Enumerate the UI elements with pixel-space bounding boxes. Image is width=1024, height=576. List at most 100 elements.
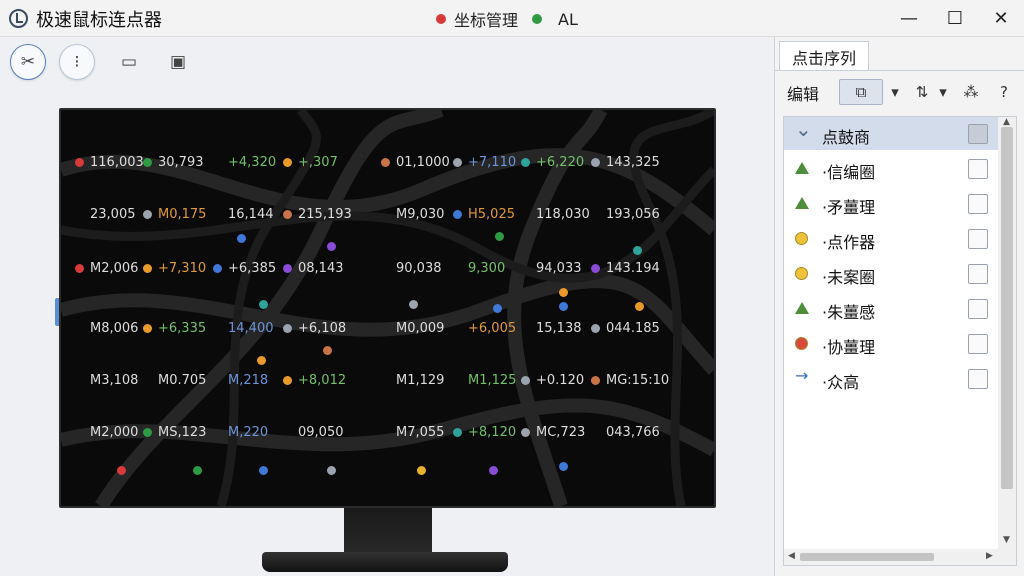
list-item-checkbox[interactable] [968, 299, 988, 319]
screen-point[interactable]: 23,005 [75, 206, 136, 222]
scroll-right-icon[interactable]: ▶ [986, 551, 993, 561]
screen-marker[interactable] [559, 288, 568, 297]
screen-point[interactable]: MC,723 [521, 424, 585, 440]
close-button[interactable]: ✕ [978, 0, 1024, 37]
screen-marker[interactable] [559, 462, 568, 471]
screen-marker[interactable] [409, 300, 418, 309]
screen-point[interactable]: 09,050 [283, 424, 344, 440]
screen-point[interactable]: 30,793 [143, 154, 204, 170]
screen-marker[interactable] [323, 346, 332, 355]
screen-marker[interactable] [635, 302, 644, 311]
list-item-checkbox[interactable] [968, 229, 988, 249]
screen-marker[interactable] [493, 304, 502, 313]
screen-point[interactable]: M8,006 [75, 320, 138, 336]
horizontal-scroll-thumb[interactable] [800, 553, 934, 561]
screen-point[interactable]: 116,003 [75, 154, 144, 170]
screen-marker[interactable] [117, 466, 126, 475]
sort-tool-button[interactable]: ⇅ [911, 79, 933, 105]
screen-point[interactable]: M3,108 [75, 372, 138, 388]
screen-point[interactable]: +0.120 [521, 372, 584, 388]
screen-point[interactable]: 118,030 [521, 206, 590, 222]
screen-point[interactable]: 193,056 [591, 206, 660, 222]
vertical-scrollbar[interactable]: ▲ ▼ [998, 117, 1016, 549]
screen-point[interactable]: M0,175 [143, 206, 206, 222]
screen-point[interactable]: +6,220 [521, 154, 584, 170]
screen-point[interactable]: MS,123 [143, 424, 206, 440]
coordinate-manage-label[interactable]: 坐标管理 [454, 7, 518, 31]
list-item[interactable]: ·信编圈 [784, 152, 998, 185]
screen-point[interactable]: +4,320 [213, 154, 276, 170]
screen-point[interactable]: MG:15:10 [591, 372, 669, 388]
list-item-checkbox[interactable] [968, 194, 988, 214]
screen-point[interactable]: 14,400 [213, 320, 274, 336]
screen-point[interactable]: 16,144 [213, 206, 274, 222]
list-item[interactable]: ·点作器 [784, 222, 998, 255]
screen-point[interactable]: M7,055 [381, 424, 444, 440]
list-item-checkbox[interactable] [968, 124, 988, 144]
list-item[interactable]: → ·众高 [784, 362, 998, 395]
screen-point[interactable]: M0.705 [143, 372, 206, 388]
screen-point[interactable]: 01,1000 [381, 154, 450, 170]
pointer-tool-button[interactable]: ✂ [10, 44, 46, 80]
shuffle-tool-button[interactable]: ⁂ [959, 79, 983, 105]
screen-point[interactable]: +8,120 [453, 424, 516, 440]
sort-dropdown-button[interactable]: ▾ [935, 79, 951, 105]
screen-point[interactable]: 08,143 [283, 260, 344, 276]
screen-point[interactable]: M,218 [213, 372, 268, 388]
tab-click-sequence[interactable]: 点击序列 [779, 41, 869, 71]
list-item-checkbox[interactable] [968, 159, 988, 179]
screen-point[interactable]: +,307 [283, 154, 338, 170]
screen-marker[interactable] [327, 466, 336, 475]
screen-marker[interactable] [489, 466, 498, 475]
screen-point[interactable]: 94,033 [521, 260, 582, 276]
list-item-checkbox[interactable] [968, 264, 988, 284]
screen-point[interactable]: +6,335 [143, 320, 206, 336]
minimize-button[interactable]: — [886, 0, 932, 37]
list-item[interactable]: ·未案圈 [784, 257, 998, 290]
screen-marker[interactable] [327, 242, 336, 251]
list-item[interactable]: ·协薑理 [784, 327, 998, 360]
screen-point[interactable]: 9,300 [453, 260, 505, 276]
screen-point[interactable]: +6,108 [283, 320, 346, 336]
list-item-checkbox[interactable] [968, 334, 988, 354]
scroll-up-icon[interactable]: ▲ [1003, 117, 1010, 127]
screen-point[interactable]: M1,125 [453, 372, 516, 388]
screen-point[interactable]: +7,310 [143, 260, 206, 276]
screen-point[interactable]: 143.194 [591, 260, 660, 276]
screen-marker[interactable] [259, 300, 268, 309]
screen-point[interactable]: +8,012 [283, 372, 346, 388]
help-button[interactable]: ? [993, 79, 1015, 105]
vertical-scroll-thumb[interactable] [1001, 127, 1013, 489]
scroll-down-icon[interactable]: ▼ [1003, 535, 1010, 545]
screen-point[interactable]: M,220 [213, 424, 268, 440]
screen-preview[interactable]: 116,003 30,793 +4,320 +,307 01,1000 +7,110 +6,… [59, 108, 716, 508]
screen-point[interactable]: M2,000 [75, 424, 138, 440]
screen-point[interactable]: +6,005 [453, 320, 516, 336]
list-item[interactable]: ·矛薑理 [784, 187, 998, 220]
scroll-left-icon[interactable]: ◀ [788, 551, 795, 561]
horizontal-scrollbar[interactable]: ◀ ▶ [784, 549, 1016, 565]
center-label-2[interactable]: AL [558, 10, 578, 29]
screen-point[interactable]: M9,030 [381, 206, 444, 222]
screen-marker[interactable] [633, 246, 642, 255]
screen-point[interactable]: 043,766 [591, 424, 660, 440]
sequence-tool-button[interactable]: ⁝ [59, 44, 95, 80]
chip-tool-button[interactable]: ▣ [160, 44, 196, 80]
screen-point[interactable]: 215,193 [283, 206, 352, 222]
maximize-button[interactable]: ☐ [932, 0, 978, 37]
screen-marker[interactable] [417, 466, 426, 475]
screen-point[interactable]: +6,385 [213, 260, 276, 276]
list-item[interactable]: ·朱薑感 [784, 292, 998, 325]
screen-tool-button[interactable]: ▭ [111, 44, 147, 80]
copy-dropdown-button[interactable]: ▾ [887, 79, 903, 105]
copy-tool-button[interactable]: ⧉ [839, 79, 883, 105]
list-item-checkbox[interactable] [968, 369, 988, 389]
screen-marker[interactable] [559, 302, 568, 311]
screen-point[interactable]: M1,129 [381, 372, 444, 388]
screen-marker[interactable] [259, 466, 268, 475]
screen-point[interactable]: M0,009 [381, 320, 444, 336]
screen-point[interactable]: +7,110 [453, 154, 516, 170]
screen-point[interactable]: H5,025 [453, 206, 515, 222]
screen-marker[interactable] [237, 234, 246, 243]
screen-point[interactable]: 044.185 [591, 320, 660, 336]
